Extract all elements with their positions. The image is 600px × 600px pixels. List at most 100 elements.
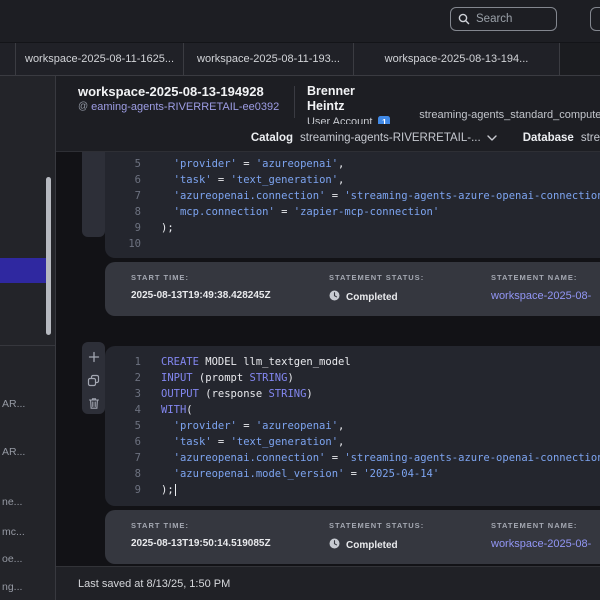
search-icon bbox=[458, 13, 470, 25]
code-token: = bbox=[325, 190, 345, 202]
last-saved-text: Last saved at 8/13/25, 1:50 PM bbox=[78, 577, 231, 590]
tab-label: workspace-2025-08-13-194... bbox=[384, 53, 529, 65]
statement-status-label: STATEMENT STATUS: bbox=[329, 521, 425, 530]
code-line: 7 'azureopenai.connection' = 'streaming-… bbox=[125, 450, 600, 466]
sql-cell: 5 'provider' = 'azureopenai', 6 'task' = … bbox=[82, 152, 600, 316]
cell-body: 5 'provider' = 'azureopenai', 6 'task' = … bbox=[105, 152, 600, 316]
app-window: workspace-2025-08-11-1625... workspace-2… bbox=[0, 0, 600, 600]
workspace-header: workspace-2025-08-13-194928 @ eaming-age… bbox=[56, 76, 600, 128]
copy-icon[interactable] bbox=[87, 373, 101, 387]
code-text: INPUT (prompt STRING) bbox=[161, 370, 294, 386]
sidebar-item[interactable]: AR... bbox=[2, 446, 25, 460]
code-token: OUTPUT bbox=[161, 388, 199, 400]
code-line: 1 CREATE MODEL llm_textgen_model bbox=[125, 354, 600, 370]
start-time-value: 2025-08-13T19:50:14.519085Z bbox=[131, 538, 271, 549]
workspace-title: workspace-2025-08-13-194928 bbox=[78, 84, 264, 99]
code-token: 'azureopenai.connection' bbox=[173, 190, 326, 202]
catalog-value: streaming-agents-RIVERRETAIL-... bbox=[300, 131, 481, 144]
notebook-canvas: 5 'provider' = 'azureopenai', 6 'task' = … bbox=[56, 152, 600, 566]
tab-workspace-3[interactable]: workspace-2025-08-13-194... bbox=[354, 43, 560, 75]
statement-name-column: STATEMENT NAME: workspace-2025-08- bbox=[491, 273, 600, 316]
topbar bbox=[0, 0, 600, 42]
code-text: 'provider' = 'azureopenai', bbox=[161, 156, 345, 172]
code-token: = bbox=[236, 158, 256, 170]
user-block: Brenner Heintz User Account 1 bbox=[307, 84, 395, 128]
tab-workspace-2[interactable]: workspace-2025-08-11-193... bbox=[184, 43, 354, 75]
code-token: ); bbox=[161, 222, 174, 234]
statement-name-label: STATEMENT NAME: bbox=[491, 273, 578, 282]
cell-toolbar bbox=[82, 342, 105, 414]
clock-icon bbox=[329, 290, 340, 304]
code-text: 'task' = 'text_generation', bbox=[161, 172, 345, 188]
sidebar-item[interactable]: ne... bbox=[2, 496, 22, 510]
code-token: 'azureopenai.connection' bbox=[173, 452, 326, 464]
statement-status-value: Completed bbox=[329, 538, 491, 552]
code-text: 'azureopenai.model_version' = '2025-04-1… bbox=[161, 466, 440, 482]
environment-link[interactable]: eaming-agents-RIVERRETAIL-ee0392 bbox=[91, 101, 279, 113]
code-editor[interactable]: 1 CREATE MODEL llm_textgen_model 2 INPUT (p… bbox=[105, 346, 600, 506]
code-token: 'provider' bbox=[173, 420, 237, 432]
content-area: AR... AR... ne... mc... oe... ng... workspace… bbox=[0, 76, 600, 600]
code-text: CREATE MODEL llm_textgen_model bbox=[161, 354, 351, 370]
cell-body: 1 CREATE MODEL llm_textgen_model 2 INPUT (p… bbox=[105, 342, 600, 564]
code-text: WITH( bbox=[161, 402, 193, 418]
search-box[interactable] bbox=[450, 7, 557, 31]
compute-pool-label: streaming-agents_standard_compute bbox=[419, 109, 600, 121]
start-time-column: START TIME: 2025-08-13T19:49:38.428245Z bbox=[131, 273, 329, 316]
status-bar: Last saved at 8/13/25, 1:50 PM bbox=[56, 566, 600, 600]
code-line: 3 OUTPUT (response STRING) bbox=[125, 386, 600, 402]
start-time-label: START TIME: bbox=[131, 521, 189, 530]
text-cursor bbox=[174, 484, 177, 496]
line-number: 6 bbox=[134, 174, 141, 186]
tab-label: workspace-2025-08-11-1625... bbox=[25, 53, 174, 65]
tab-workspace-1[interactable]: workspace-2025-08-11-1625... bbox=[16, 43, 184, 75]
code-token: 'azureopenai' bbox=[255, 158, 339, 170]
code-token: ) bbox=[306, 388, 313, 400]
code-line: 8 'mcp.connection' = 'zapier-mcp-connect… bbox=[125, 204, 600, 220]
add-icon[interactable] bbox=[87, 350, 101, 364]
cell-toolbar bbox=[82, 152, 105, 237]
code-token: = bbox=[211, 174, 231, 186]
code-line: 5 'provider' = 'azureopenai', bbox=[125, 418, 600, 434]
code-line: 9); bbox=[125, 220, 600, 236]
statement-status-column: STATEMENT STATUS: Completed bbox=[329, 521, 491, 564]
statement-result-footer: START TIME: 2025-08-13T19:49:38.428245Z ST… bbox=[105, 262, 600, 316]
code-token: (prompt bbox=[192, 372, 250, 384]
statement-status-value: Completed bbox=[329, 290, 491, 304]
sidebar-item[interactable]: AR... bbox=[2, 398, 25, 412]
line-number: 7 bbox=[134, 190, 141, 202]
sidebar-item[interactable]: oe... bbox=[2, 553, 22, 567]
code-line: 6 'task' = 'text_generation', bbox=[125, 434, 600, 450]
environment-row[interactable]: @ eaming-agents-RIVERRETAIL-ee0392 bbox=[78, 101, 294, 113]
search-input[interactable] bbox=[476, 13, 546, 25]
code-line: 4 WITH( bbox=[125, 402, 600, 418]
code-line: 5 'provider' = 'azureopenai', bbox=[125, 156, 600, 172]
code-token: = bbox=[236, 420, 256, 432]
code-line: 8 'azureopenai.model_version' = '2025-04… bbox=[125, 466, 600, 482]
start-time-value: 2025-08-13T19:49:38.428245Z bbox=[131, 290, 271, 301]
code-editor[interactable]: 5 'provider' = 'azureopenai', 6 'task' = … bbox=[105, 152, 600, 258]
code-token: STRING bbox=[249, 372, 288, 384]
tab-sliver[interactable] bbox=[0, 43, 16, 75]
statement-name-link[interactable]: workspace-2025-08- bbox=[491, 290, 600, 302]
workspace-id-block: workspace-2025-08-13-194928 @ eaming-age… bbox=[78, 84, 294, 124]
code-token: 'streaming-agents-azure-openai-connectio… bbox=[344, 452, 600, 464]
sidebar-item[interactable]: ng... bbox=[2, 581, 22, 595]
statement-name-link[interactable]: workspace-2025-08- bbox=[491, 538, 600, 550]
sidebar-item[interactable]: mc... bbox=[2, 526, 25, 540]
line-number: 5 bbox=[134, 158, 141, 170]
topbar-edge-control[interactable] bbox=[590, 7, 600, 31]
catalog-label: Catalog bbox=[250, 131, 294, 144]
code-text: 'azureopenai.connection' = 'streaming-ag… bbox=[161, 188, 600, 204]
code-token: 'provider' bbox=[173, 158, 237, 170]
database-value[interactable]: stre bbox=[581, 132, 600, 144]
code-token: , bbox=[338, 158, 345, 170]
sidebar-scrollbar[interactable] bbox=[46, 177, 51, 335]
code-line: 2 INPUT (prompt STRING) bbox=[125, 370, 600, 386]
trash-icon[interactable] bbox=[87, 396, 101, 410]
sidebar-selected-item[interactable] bbox=[0, 258, 50, 283]
line-number: 9 bbox=[134, 484, 141, 496]
catalog-selector[interactable]: streaming-agents-RIVERRETAIL-... bbox=[293, 132, 497, 144]
statement-status-label: STATEMENT STATUS: bbox=[329, 273, 425, 282]
